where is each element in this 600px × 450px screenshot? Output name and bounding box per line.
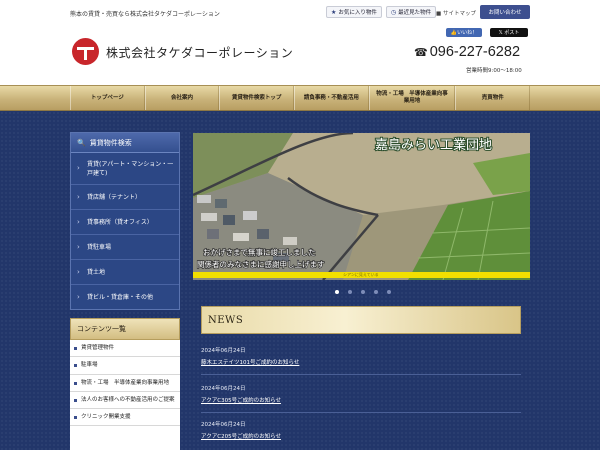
news-item: 2024年06月24日 藤木エステイツ101号ご成約のお知らせ [201,346,521,366]
header-utility-buttons: ★ お気に入り物件 ◷ 最近見た物件 [326,6,437,18]
nav-item-industrial-land[interactable]: 物流・工場 半導体産業向事業用地 [368,86,456,110]
slider-caption-1: おかげさまで無事に竣工しました [203,247,316,257]
contents-header: コンテンツ一覧 [70,318,180,340]
contents-panel: コンテンツ一覧 賃貸管理物件 駐車場 物流・工場 半導体産業向事業用地 法人のお… [70,318,180,450]
search-icon: 🔍 [77,138,86,147]
aerial-photo: 嘉島みらい工業団地 おかげさまで無事に竣工しました 関係者のみなさまに感謝申し上… [193,133,530,280]
news-item: 2024年06月24日 アクアC305号ご成約のお知らせ [201,384,521,404]
content-item-corporate[interactable]: 法人のお客様への不動産活用のご提案 [70,392,180,409]
sidebar-item-store[interactable]: 貸店舗（テナント） [71,185,179,210]
nav-item-real-estate-use[interactable]: 請負事務・不動産活用 [294,86,369,110]
slider-dot-3[interactable] [361,290,365,294]
rental-search-header: 🔍 賃貸物件検索 [71,133,179,153]
facebook-like-button[interactable]: 👍 いいね！ [446,28,482,37]
slider-dot-4[interactable] [374,290,378,294]
header: 熊本の賃貸・売買なら株式会社タケダコーポレーション ★ お気に入り物件 ◷ 最近… [0,0,600,85]
square-bullet-icon: ■ [436,11,442,17]
contact-button[interactable]: お問い合わせ [480,5,530,19]
news-date: 2024年06月24日 [201,348,246,354]
telephone-icon: ☎ [414,47,428,59]
content-item-clinic[interactable]: クリニック開業支援 [70,409,180,427]
clock-icon: ◷ [390,8,397,16]
nav-item-sales[interactable]: 売買物件 [455,86,531,110]
slider-dot-5[interactable] [387,290,391,294]
slider-pagination [335,290,391,294]
star-icon: ★ [331,8,337,16]
favorites-label: お気に入り物件 [338,10,377,16]
news-link[interactable]: 藤木エステイツ101号ご成約のお知らせ [201,358,521,366]
news-divider [201,412,521,413]
x-post-button[interactable]: 𝕏 ポスト [490,28,528,37]
company-logo-icon[interactable] [72,38,99,65]
news-divider [201,374,521,375]
company-name[interactable]: 株式会社タケダコーポレーション [106,44,293,61]
slider-caption-2: 関係者のみなさまに感謝申し上げます [197,259,325,269]
sitemap-link[interactable]: ■ サイトマップ [436,9,476,17]
sidebar-item-building[interactable]: 貸ビル・貸倉庫・その他 [71,285,179,310]
content-item-industrial[interactable]: 物流・工場 半導体産業向事業用地 [70,375,180,392]
news-date: 2024年06月24日 [201,386,246,392]
global-nav: トップページ 会社案内 賃貸物件検索トップ 請負事務・不動産活用 物流・工場 半… [0,85,600,111]
slider-small-caption: シアンに見えている [343,272,379,277]
nav-item-top[interactable]: トップページ [70,86,145,110]
sidebar-item-parking[interactable]: 貸駐車場 [71,235,179,260]
sidebar-item-office[interactable]: 貸事務所（貸オフィス） [71,210,179,235]
rental-search-panel: 🔍 賃貸物件検索 賃貸(アパート・マンション・一戸建て) 貸店舗（テナント） 貸… [70,132,180,310]
content-item-parking[interactable]: 駐車場 [70,357,180,375]
news-header: NEWS [201,306,521,334]
nav-item-company[interactable]: 会社案内 [144,86,220,110]
slider-dot-1[interactable] [335,290,339,294]
news-date: 2024年06月24日 [201,422,246,428]
slider-dot-2[interactable] [348,290,352,294]
favorites-button[interactable]: ★ お気に入り物件 [326,6,382,18]
sidebar-item-apartment[interactable]: 賃貸(アパート・マンション・一戸建て) [71,153,179,185]
sidebar-item-land[interactable]: 貸土地 [71,260,179,285]
business-hours: 営業時間9:00～18:00 [466,68,522,74]
slider-title: 嘉島みらい工業団地 [375,137,492,153]
news-link[interactable]: アクアC205号ご成約のお知らせ [201,432,521,440]
content-item-managed[interactable]: 賃貸管理物件 [70,340,180,358]
recent-label: 最近見た物件 [398,10,432,16]
recent-button[interactable]: ◷ 最近見た物件 [385,6,437,18]
hero-slider[interactable]: 嘉島みらい工業団地 おかげさまで無事に竣工しました 関係者のみなさまに感謝申し上… [193,133,530,280]
nav-item-rental-search[interactable]: 賃貸物件検索トップ [219,86,295,110]
phone-number[interactable]: ☎ 096-227-6282 [414,44,520,60]
tagline: 熊本の賃貸・売買なら株式会社タケダコーポレーション [70,11,220,18]
news-item: 2024年06月24日 アクアC205号ご成約のお知らせ [201,420,521,440]
slider-caption-bar: シアンに見えている [193,272,530,278]
news-link[interactable]: アクアC305号ご成約のお知らせ [201,396,521,404]
